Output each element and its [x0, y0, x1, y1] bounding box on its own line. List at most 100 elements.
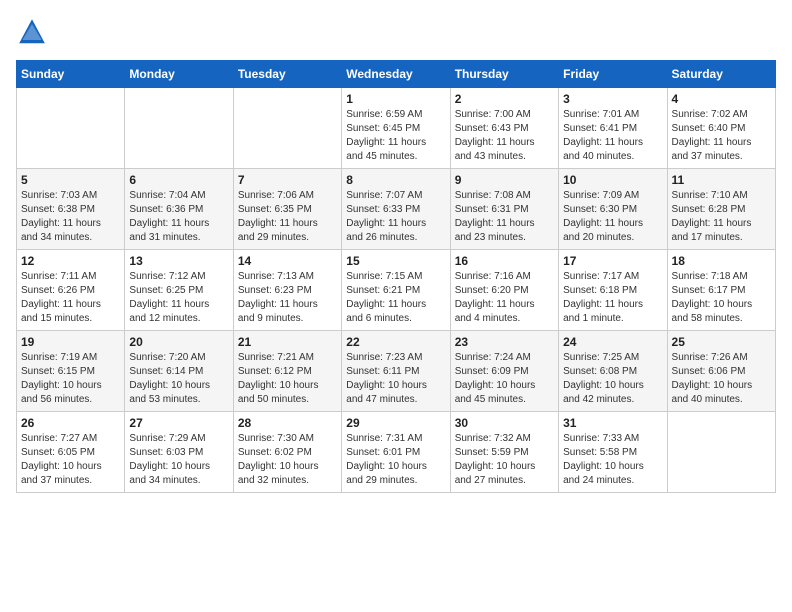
day-number: 13 [129, 254, 228, 268]
calendar-body: 1 Sunrise: 6:59 AM Sunset: 6:45 PM Daylig… [17, 88, 776, 493]
calendar-day-28: 28 Sunrise: 7:30 AM Sunset: 6:02 PM Dayli… [233, 412, 341, 493]
calendar-day-8: 8 Sunrise: 7:07 AM Sunset: 6:33 PM Daylig… [342, 169, 450, 250]
day-number: 11 [672, 173, 771, 187]
day-number: 9 [455, 173, 554, 187]
day-info: Sunrise: 7:23 AM Sunset: 6:11 PM Dayligh… [346, 351, 445, 407]
calendar-day-29: 29 Sunrise: 7:31 AM Sunset: 6:01 PM Dayli… [342, 412, 450, 493]
day-number: 6 [129, 173, 228, 187]
day-info: Sunrise: 7:07 AM Sunset: 6:33 PM Dayligh… [346, 189, 445, 245]
day-info: Sunrise: 7:02 AM Sunset: 6:40 PM Dayligh… [672, 108, 771, 164]
calendar-day-3: 3 Sunrise: 7:01 AM Sunset: 6:41 PM Daylig… [559, 88, 667, 169]
day-info: Sunrise: 7:21 AM Sunset: 6:12 PM Dayligh… [238, 351, 337, 407]
day-number: 20 [129, 335, 228, 349]
day-number: 8 [346, 173, 445, 187]
day-info: Sunrise: 7:10 AM Sunset: 6:28 PM Dayligh… [672, 189, 771, 245]
calendar-day-10: 10 Sunrise: 7:09 AM Sunset: 6:30 PM Dayli… [559, 169, 667, 250]
day-info: Sunrise: 7:33 AM Sunset: 5:58 PM Dayligh… [563, 432, 662, 488]
day-number: 7 [238, 173, 337, 187]
calendar-day-20: 20 Sunrise: 7:20 AM Sunset: 6:14 PM Dayli… [125, 331, 233, 412]
day-info: Sunrise: 7:18 AM Sunset: 6:17 PM Dayligh… [672, 270, 771, 326]
calendar-day-19: 19 Sunrise: 7:19 AM Sunset: 6:15 PM Dayli… [17, 331, 125, 412]
day-number: 29 [346, 416, 445, 430]
day-number: 17 [563, 254, 662, 268]
day-info: Sunrise: 7:19 AM Sunset: 6:15 PM Dayligh… [21, 351, 120, 407]
day-number: 12 [21, 254, 120, 268]
day-number: 2 [455, 92, 554, 106]
day-info: Sunrise: 7:20 AM Sunset: 6:14 PM Dayligh… [129, 351, 228, 407]
day-number: 5 [21, 173, 120, 187]
calendar-header: SundayMondayTuesdayWednesdayThursdayFrid… [17, 61, 776, 88]
calendar-day-12: 12 Sunrise: 7:11 AM Sunset: 6:26 PM Dayli… [17, 250, 125, 331]
day-number: 23 [455, 335, 554, 349]
calendar-day-25: 25Sunrise: 7:26 AM Sunset: 6:06 PM Dayli… [667, 331, 775, 412]
day-info: Sunrise: 7:00 AM Sunset: 6:43 PM Dayligh… [455, 108, 554, 164]
calendar-day-24: 24 Sunrise: 7:25 AM Sunset: 6:08 PM Dayli… [559, 331, 667, 412]
logo [16, 16, 52, 48]
day-info: Sunrise: 7:16 AM Sunset: 6:20 PM Dayligh… [455, 270, 554, 326]
day-number: 25 [672, 335, 771, 349]
day-info: Sunrise: 7:13 AM Sunset: 6:23 PM Dayligh… [238, 270, 337, 326]
calendar-day-9: 9 Sunrise: 7:08 AM Sunset: 6:31 PM Daylig… [450, 169, 558, 250]
calendar-week-1: 1 Sunrise: 6:59 AM Sunset: 6:45 PM Daylig… [17, 88, 776, 169]
day-number: 1 [346, 92, 445, 106]
day-header-friday: Friday [559, 61, 667, 88]
empty-cell [233, 88, 341, 169]
day-number: 27 [129, 416, 228, 430]
calendar-day-21: 21 Sunrise: 7:21 AM Sunset: 6:12 PM Dayli… [233, 331, 341, 412]
calendar-day-22: 22Sunrise: 7:23 AM Sunset: 6:11 PM Dayli… [342, 331, 450, 412]
day-info: Sunrise: 6:59 AM Sunset: 6:45 PM Dayligh… [346, 108, 445, 164]
calendar-day-16: 16 Sunrise: 7:16 AM Sunset: 6:20 PM Dayli… [450, 250, 558, 331]
calendar-day-7: 7 Sunrise: 7:06 AM Sunset: 6:35 PM Daylig… [233, 169, 341, 250]
day-info: Sunrise: 7:31 AM Sunset: 6:01 PM Dayligh… [346, 432, 445, 488]
day-number: 3 [563, 92, 662, 106]
calendar-day-2: 2 Sunrise: 7:00 AM Sunset: 6:43 PM Daylig… [450, 88, 558, 169]
day-number: 21 [238, 335, 337, 349]
day-info: Sunrise: 7:11 AM Sunset: 6:26 PM Dayligh… [21, 270, 120, 326]
day-header-sunday: Sunday [17, 61, 125, 88]
day-info: Sunrise: 7:29 AM Sunset: 6:03 PM Dayligh… [129, 432, 228, 488]
calendar-week-2: 5 Sunrise: 7:03 AM Sunset: 6:38 PM Daylig… [17, 169, 776, 250]
day-number: 16 [455, 254, 554, 268]
day-info: Sunrise: 7:09 AM Sunset: 6:30 PM Dayligh… [563, 189, 662, 245]
day-info: Sunrise: 7:08 AM Sunset: 6:31 PM Dayligh… [455, 189, 554, 245]
day-number: 14 [238, 254, 337, 268]
day-info: Sunrise: 7:03 AM Sunset: 6:38 PM Dayligh… [21, 189, 120, 245]
calendar-day-14: 14 Sunrise: 7:13 AM Sunset: 6:23 PM Dayli… [233, 250, 341, 331]
day-info: Sunrise: 7:25 AM Sunset: 6:08 PM Dayligh… [563, 351, 662, 407]
day-number: 24 [563, 335, 662, 349]
calendar-day-4: 4 Sunrise: 7:02 AM Sunset: 6:40 PM Daylig… [667, 88, 775, 169]
calendar-week-3: 12 Sunrise: 7:11 AM Sunset: 6:26 PM Dayli… [17, 250, 776, 331]
day-info: Sunrise: 7:01 AM Sunset: 6:41 PM Dayligh… [563, 108, 662, 164]
day-info: Sunrise: 7:30 AM Sunset: 6:02 PM Dayligh… [238, 432, 337, 488]
day-info: Sunrise: 7:27 AM Sunset: 6:05 PM Dayligh… [21, 432, 120, 488]
day-info: Sunrise: 7:32 AM Sunset: 5:59 PM Dayligh… [455, 432, 554, 488]
day-number: 15 [346, 254, 445, 268]
day-number: 31 [563, 416, 662, 430]
day-header-wednesday: Wednesday [342, 61, 450, 88]
day-info: Sunrise: 7:24 AM Sunset: 6:09 PM Dayligh… [455, 351, 554, 407]
calendar-day-15: 15Sunrise: 7:15 AM Sunset: 6:21 PM Dayli… [342, 250, 450, 331]
calendar-day-23: 23 Sunrise: 7:24 AM Sunset: 6:09 PM Dayli… [450, 331, 558, 412]
calendar-day-17: 17 Sunrise: 7:17 AM Sunset: 6:18 PM Dayli… [559, 250, 667, 331]
calendar-day-11: 11 Sunrise: 7:10 AM Sunset: 6:28 PM Dayli… [667, 169, 775, 250]
day-info: Sunrise: 7:06 AM Sunset: 6:35 PM Dayligh… [238, 189, 337, 245]
calendar-week-5: 26Sunrise: 7:27 AM Sunset: 6:05 PM Dayli… [17, 412, 776, 493]
empty-cell [125, 88, 233, 169]
day-info: Sunrise: 7:12 AM Sunset: 6:25 PM Dayligh… [129, 270, 228, 326]
calendar-day-6: 6 Sunrise: 7:04 AM Sunset: 6:36 PM Daylig… [125, 169, 233, 250]
day-number: 10 [563, 173, 662, 187]
logo-icon [16, 16, 48, 48]
calendar-table: SundayMondayTuesdayWednesdayThursdayFrid… [16, 60, 776, 493]
calendar-day-26: 26Sunrise: 7:27 AM Sunset: 6:05 PM Dayli… [17, 412, 125, 493]
day-header-saturday: Saturday [667, 61, 775, 88]
day-number: 19 [21, 335, 120, 349]
day-header-thursday: Thursday [450, 61, 558, 88]
calendar-day-31: 31 Sunrise: 7:33 AM Sunset: 5:58 PM Dayli… [559, 412, 667, 493]
calendar-week-4: 19 Sunrise: 7:19 AM Sunset: 6:15 PM Dayli… [17, 331, 776, 412]
day-info: Sunrise: 7:17 AM Sunset: 6:18 PM Dayligh… [563, 270, 662, 326]
day-header-tuesday: Tuesday [233, 61, 341, 88]
day-number: 28 [238, 416, 337, 430]
day-info: Sunrise: 7:04 AM Sunset: 6:36 PM Dayligh… [129, 189, 228, 245]
day-number: 4 [672, 92, 771, 106]
calendar-day-27: 27 Sunrise: 7:29 AM Sunset: 6:03 PM Dayli… [125, 412, 233, 493]
